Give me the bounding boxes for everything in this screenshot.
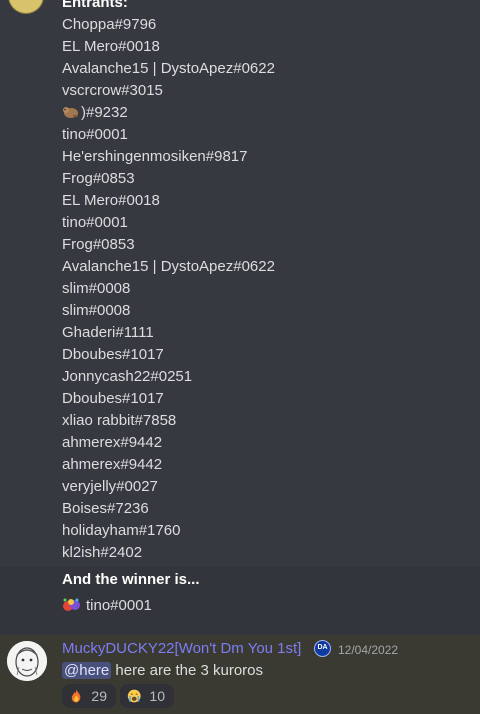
entrant-item: Ghaderi#1111 bbox=[62, 324, 154, 341]
otter-emoji-icon bbox=[63, 107, 78, 118]
reaction-crying-count: 10 bbox=[149, 688, 165, 704]
user-avatar[interactable] bbox=[7, 641, 47, 681]
message-timestamp[interactable]: 12/04/2022 bbox=[338, 643, 398, 657]
entrant-item: He'ershingenmosiken#9817 bbox=[62, 148, 248, 165]
chat-message[interactable]: MuckyDUCKY22[Won't Dm You 1st] DA 12/04/… bbox=[0, 635, 480, 714]
here-mention[interactable]: @here bbox=[62, 662, 112, 679]
entrants-title: Entrants: bbox=[62, 0, 128, 11]
entrant-item: tino#0001 bbox=[62, 214, 128, 231]
message-content: @here here are the 3 kuroros bbox=[62, 662, 263, 679]
previous-author-avatar[interactable] bbox=[8, 0, 44, 14]
server-tag-badge[interactable]: DA bbox=[314, 640, 331, 657]
entrant-item: Avalanche15 | DystoApez#0622 bbox=[62, 258, 275, 275]
entrant-item: slim#0008 bbox=[62, 302, 131, 319]
username[interactable]: MuckyDUCKY22[Won't Dm You 1st] bbox=[62, 640, 301, 657]
message-text: here are the 3 kuroros bbox=[111, 662, 264, 679]
entrant-item: )#9232 bbox=[62, 102, 472, 124]
winner-line: tino#0001 bbox=[62, 597, 152, 614]
entrant-item: Dboubes#1017 bbox=[62, 346, 164, 363]
entrant-item-label: )#9232 bbox=[81, 104, 128, 121]
entrant-item: ahmerex#9442 bbox=[62, 434, 163, 451]
reaction-fire-count: 29 bbox=[91, 688, 107, 704]
entrant-item: EL Mero#0018 bbox=[62, 38, 160, 55]
reaction-fire[interactable]: 29 bbox=[62, 684, 116, 708]
entrant-item: xliao rabbit#7858 bbox=[62, 412, 177, 429]
reaction-crying[interactable]: 10 bbox=[120, 684, 174, 708]
entrant-item: Dboubes#1017 bbox=[62, 390, 164, 407]
entrant-item: tino#0001 bbox=[62, 126, 128, 143]
crying-emoji-icon bbox=[127, 689, 141, 703]
entrant-item: vscrcrow#3015 bbox=[62, 82, 163, 99]
winner-name: tino#0001 bbox=[86, 597, 152, 614]
winner-title: And the winner is... bbox=[62, 571, 200, 588]
winner-announcement: And the winner is... tino#0001 bbox=[0, 567, 480, 635]
entrants-list: Entrants: Choppa#9796 EL Mero#0018 Avala… bbox=[62, 0, 472, 564]
entrant-item: Boises#7236 bbox=[62, 500, 149, 517]
entrant-item: EL Mero#0018 bbox=[62, 192, 160, 209]
entrant-item: ahmerex#9442 bbox=[62, 456, 163, 473]
entrant-item: Frog#0853 bbox=[62, 236, 135, 253]
entrant-item: Choppa#9796 bbox=[62, 16, 157, 33]
fire-emoji-icon bbox=[71, 689, 81, 703]
entrant-item: Jonnycash22#0251 bbox=[62, 368, 193, 385]
entrant-item: veryjelly#0027 bbox=[62, 478, 158, 495]
entrant-item: kl2ish#2402 bbox=[62, 544, 143, 561]
confetti-emoji-icon bbox=[63, 598, 80, 611]
entrant-item: Frog#0853 bbox=[62, 170, 135, 187]
entrant-item: slim#0008 bbox=[62, 280, 131, 297]
face-sketch-icon bbox=[7, 641, 47, 681]
entrant-item: holidayham#1760 bbox=[62, 522, 181, 539]
entrant-item: Avalanche15 | DystoApez#0622 bbox=[62, 60, 275, 77]
